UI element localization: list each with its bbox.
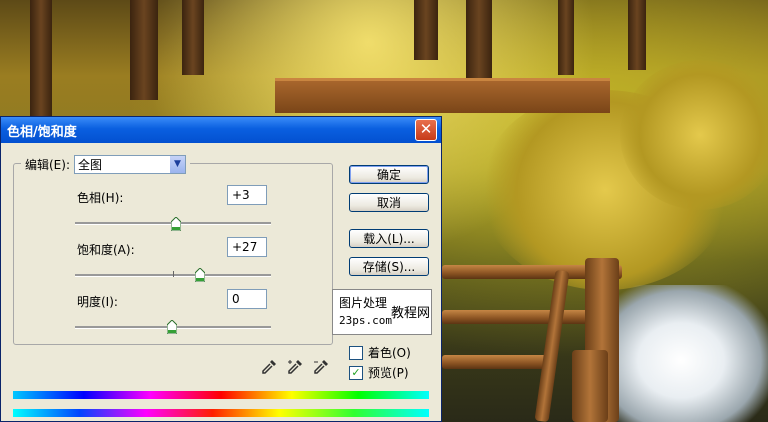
hue-input[interactable]: +3 <box>227 185 267 205</box>
colorize-label: 着色(O) <box>368 346 411 360</box>
edit-label: 编辑(E): <box>25 158 70 172</box>
foliage <box>620 60 768 210</box>
eyedropper-minus-icon[interactable] <box>313 359 329 375</box>
fence-rail <box>442 355 552 369</box>
preview-label: 预览(P) <box>368 366 409 380</box>
watermark-line1: 图片处理 <box>339 296 388 310</box>
colorize-checkbox[interactable]: 着色(O) <box>349 344 411 361</box>
colorize-box[interactable] <box>349 345 363 360</box>
settings-group <box>13 163 333 345</box>
saturation-label: 饱和度(A): <box>77 243 135 257</box>
lightness-slider-thumb[interactable] <box>167 320 177 334</box>
save-button[interactable]: 存储(S)... <box>349 257 429 276</box>
tree-trunk <box>466 0 492 80</box>
tree-trunk <box>182 0 204 75</box>
watermark-site: 23ps.com <box>339 314 392 327</box>
saturation-slider-thumb[interactable] <box>195 268 205 282</box>
chevron-down-icon[interactable]: ▼ <box>170 156 185 173</box>
fence-post <box>534 269 570 422</box>
saturation-center-tick <box>173 271 174 277</box>
checkmark-icon[interactable]: ✓ <box>349 365 363 380</box>
edit-select[interactable]: 全图 ▼ <box>74 155 186 174</box>
lightness-input[interactable]: 0 <box>227 289 267 309</box>
lightness-label: 明度(I): <box>77 295 118 309</box>
edit-row: 编辑(E): 全图 ▼ <box>21 155 190 174</box>
ok-button[interactable]: 确定 <box>349 165 429 184</box>
fence-post <box>572 350 608 422</box>
input-hue-bar <box>13 391 429 399</box>
edit-select-value: 全图 <box>78 158 103 172</box>
output-hue-bar <box>13 409 429 417</box>
watermark-logo: 图片处理 教程网 23ps.com <box>332 289 432 335</box>
wooden-bridge <box>275 78 610 113</box>
tree-trunk <box>558 0 574 75</box>
watermark-line2: 教程网 <box>391 306 431 321</box>
tree-trunk <box>30 0 52 120</box>
eyedropper-plus-icon[interactable] <box>287 359 303 375</box>
waterfall <box>610 285 768 422</box>
cancel-button[interactable]: 取消 <box>349 193 429 212</box>
saturation-input[interactable]: +27 <box>227 237 267 257</box>
hue-saturation-dialog: 色相/饱和度 ✕ 编辑(E): 全图 ▼ 色相(H): +3 饱和度(A): +… <box>0 116 442 422</box>
eyedropper-icon[interactable] <box>261 359 277 375</box>
tree-trunk <box>628 0 646 70</box>
preview-checkbox[interactable]: ✓ 预览(P) <box>349 364 409 381</box>
hue-label: 色相(H): <box>77 191 124 205</box>
close-icon[interactable]: ✕ <box>415 119 437 141</box>
title-bar[interactable]: 色相/饱和度 ✕ <box>1 117 441 143</box>
hue-slider-thumb[interactable] <box>171 217 181 231</box>
dialog-title: 色相/饱和度 <box>7 124 77 140</box>
load-button[interactable]: 载入(L)... <box>349 229 429 248</box>
tree-trunk <box>414 0 438 60</box>
tree-trunk <box>130 0 158 100</box>
